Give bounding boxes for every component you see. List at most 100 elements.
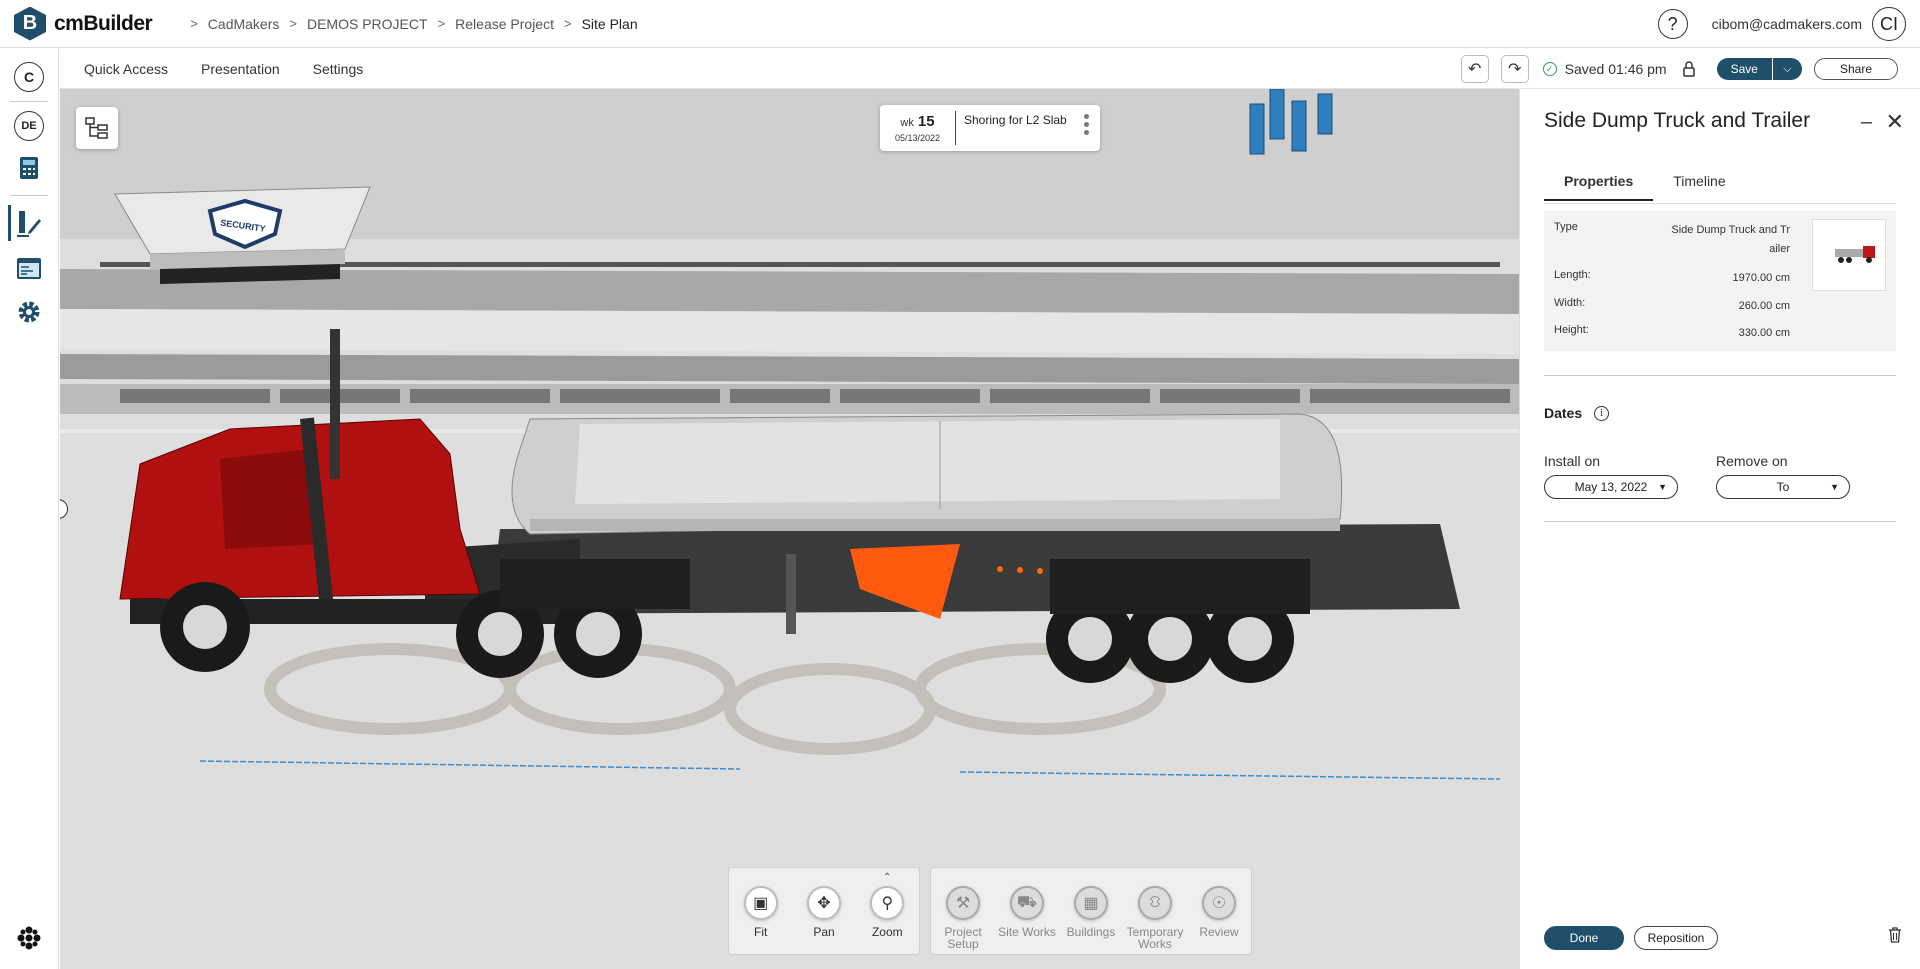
- fit-label: Fit: [753, 925, 768, 939]
- temporary-works-button[interactable]: ⛻ Temporary Works: [1123, 868, 1187, 954]
- save-options-button[interactable]: ⌵: [1771, 58, 1802, 80]
- pan-button[interactable]: ✥ Pan: [792, 868, 855, 954]
- chevron-down-icon: ⌵: [1783, 62, 1792, 75]
- check-circle-icon: ✓: [1542, 62, 1557, 76]
- avatar[interactable]: CI: [1872, 7, 1906, 41]
- tool-categories: ⚒ Project Setup ⛟ Site Works ▦ Buildings…: [930, 867, 1252, 955]
- object-thumbnail: [1812, 219, 1886, 291]
- gear-icon[interactable]: [14, 297, 44, 327]
- breadcrumb-item-project-group[interactable]: DEMOS PROJECT: [307, 16, 428, 32]
- review-button[interactable]: ☉ Review: [1187, 868, 1251, 954]
- prop-type: Type Side Dump Truck and Tr ailer: [1554, 221, 1790, 259]
- undo-button[interactable]: ↶: [1460, 55, 1489, 83]
- week-date: 05/13/2022: [894, 133, 941, 143]
- redo-button[interactable]: ↷: [1500, 55, 1529, 83]
- saved-time: Saved 01:46 pm: [1564, 61, 1667, 77]
- company-switcher[interactable]: C: [14, 62, 44, 92]
- zoom-label: Zoom: [871, 925, 903, 939]
- prop-length: Length: 1970.00 cm: [1554, 269, 1790, 288]
- remove-on-value: To: [1776, 480, 1790, 494]
- install-on-select[interactable]: May 13, 2022 ▼: [1544, 475, 1678, 499]
- fit-icon: ▣: [743, 886, 778, 920]
- panel-tabs: Properties Timeline: [1544, 173, 1746, 201]
- breadcrumb-item-project[interactable]: Release Project: [455, 16, 554, 32]
- task-name: Shoring for L2 Slab: [964, 113, 1067, 127]
- crane-icon: ⛻: [1138, 886, 1172, 920]
- timeline-card[interactable]: wk 15 05/13/2022 Shoring for L2 Slab: [880, 105, 1100, 151]
- chevron-right-icon: >: [563, 16, 572, 31]
- install-on-label: Install on: [1544, 453, 1601, 469]
- buildings-button[interactable]: ▦ Buildings: [1059, 868, 1123, 954]
- minimize-icon[interactable]: –: [1861, 111, 1872, 134]
- project-setup-label: Project Setup: [944, 925, 982, 951]
- fit-button[interactable]: ▣ Fit: [729, 868, 792, 954]
- prop-height-key: Height:: [1554, 324, 1589, 336]
- menu-presentation[interactable]: Presentation: [201, 61, 280, 77]
- prop-width-key: Width:: [1554, 297, 1586, 309]
- pan-label: Pan: [813, 925, 835, 939]
- prop-width: Width: 260.00 cm: [1554, 297, 1790, 316]
- apps-icon[interactable]: [14, 923, 44, 953]
- app-name: cmBuilder: [54, 11, 153, 35]
- chevron-right-icon: >: [437, 16, 446, 31]
- site-works-button[interactable]: ⛟ Site Works: [995, 868, 1059, 954]
- undo-icon: ↶: [1467, 61, 1482, 78]
- prop-height: Height: 330.00 cm: [1554, 324, 1790, 343]
- trash-icon[interactable]: [1888, 927, 1902, 948]
- prop-width-value: 260.00 cm: [1738, 300, 1790, 312]
- chevron-right-icon: >: [289, 16, 297, 31]
- properties-panel: Side Dump Truck and Trailer – ✕ Properti…: [1519, 89, 1920, 969]
- top-bar: B cmBuilder > CadMakers > DEMOS PROJECT …: [0, 0, 1920, 48]
- help-button[interactable]: ?: [1657, 9, 1688, 39]
- info-icon[interactable]: i: [1594, 405, 1610, 421]
- buildings-label: Buildings: [1066, 925, 1116, 939]
- temporary-works-label: Temporary Works: [1126, 925, 1184, 951]
- project-switcher[interactable]: DE: [14, 111, 44, 141]
- prop-length-key: Length:: [1554, 269, 1591, 281]
- tab-timeline[interactable]: Timeline: [1653, 173, 1745, 201]
- install-on-value: May 13, 2022: [1574, 480, 1648, 494]
- menu-quick-access[interactable]: Quick Access: [84, 61, 168, 77]
- breadcrumb-item-current: Site Plan: [581, 15, 638, 32]
- prop-height-value: 330.00 cm: [1738, 327, 1790, 339]
- review-label: Review: [1199, 925, 1239, 939]
- site-scene[interactable]: SECURITY: [60, 89, 1519, 969]
- divider: [1544, 375, 1896, 376]
- model-tree-button[interactable]: [76, 107, 118, 149]
- review-icon: ☉: [1202, 886, 1236, 920]
- dates-label: Dates: [1544, 405, 1583, 421]
- left-rail: C DE: [0, 49, 59, 969]
- app-logo[interactable]: B cmBuilder: [14, 6, 153, 41]
- remove-on-select[interactable]: To ▼: [1716, 475, 1850, 499]
- breadcrumb: > CadMakers > DEMOS PROJECT > Release Pr…: [180, 16, 637, 32]
- site-plan-edit-icon[interactable]: [14, 209, 44, 239]
- reposition-button[interactable]: Reposition: [1634, 926, 1718, 950]
- tools-icon: ⚒: [946, 886, 980, 920]
- menu-settings[interactable]: Settings: [313, 61, 364, 77]
- dates-section-label: Dates i: [1544, 405, 1610, 421]
- user-email[interactable]: cibom@cadmakers.com: [1712, 16, 1862, 32]
- caret-down-icon: ▼: [1658, 482, 1667, 492]
- redo-icon: ↷: [1507, 61, 1522, 78]
- caret-down-icon: ▼: [1830, 482, 1839, 492]
- more-options-icon[interactable]: [1084, 114, 1090, 135]
- 3d-viewport[interactable]: SECURITY wk 15 05/13/2022 Shoring for L2…: [60, 89, 1519, 969]
- schedule-icon[interactable]: [14, 253, 44, 283]
- rail-divider: [10, 195, 48, 196]
- divider: [1544, 521, 1896, 522]
- close-icon[interactable]: ✕: [1886, 109, 1904, 135]
- logo-mark: B: [14, 6, 46, 41]
- breadcrumb-item-company[interactable]: CadMakers: [208, 16, 280, 32]
- share-button[interactable]: Share: [1813, 58, 1898, 80]
- chevron-up-icon[interactable]: ⌃: [883, 872, 891, 883]
- lock-button[interactable]: [1675, 55, 1703, 83]
- done-button[interactable]: Done: [1544, 926, 1624, 950]
- tab-properties[interactable]: Properties: [1544, 173, 1654, 201]
- calculator-icon[interactable]: [14, 153, 44, 183]
- prop-type-key: Type: [1554, 221, 1578, 233]
- chevron-right-icon: >: [190, 16, 198, 31]
- excavator-icon: ⛟: [1010, 886, 1044, 920]
- save-button[interactable]: Save: [1716, 58, 1772, 80]
- project-setup-button[interactable]: ⚒ Project Setup: [931, 868, 995, 954]
- properties-box: Type Side Dump Truck and Tr ailer Length…: [1544, 211, 1896, 351]
